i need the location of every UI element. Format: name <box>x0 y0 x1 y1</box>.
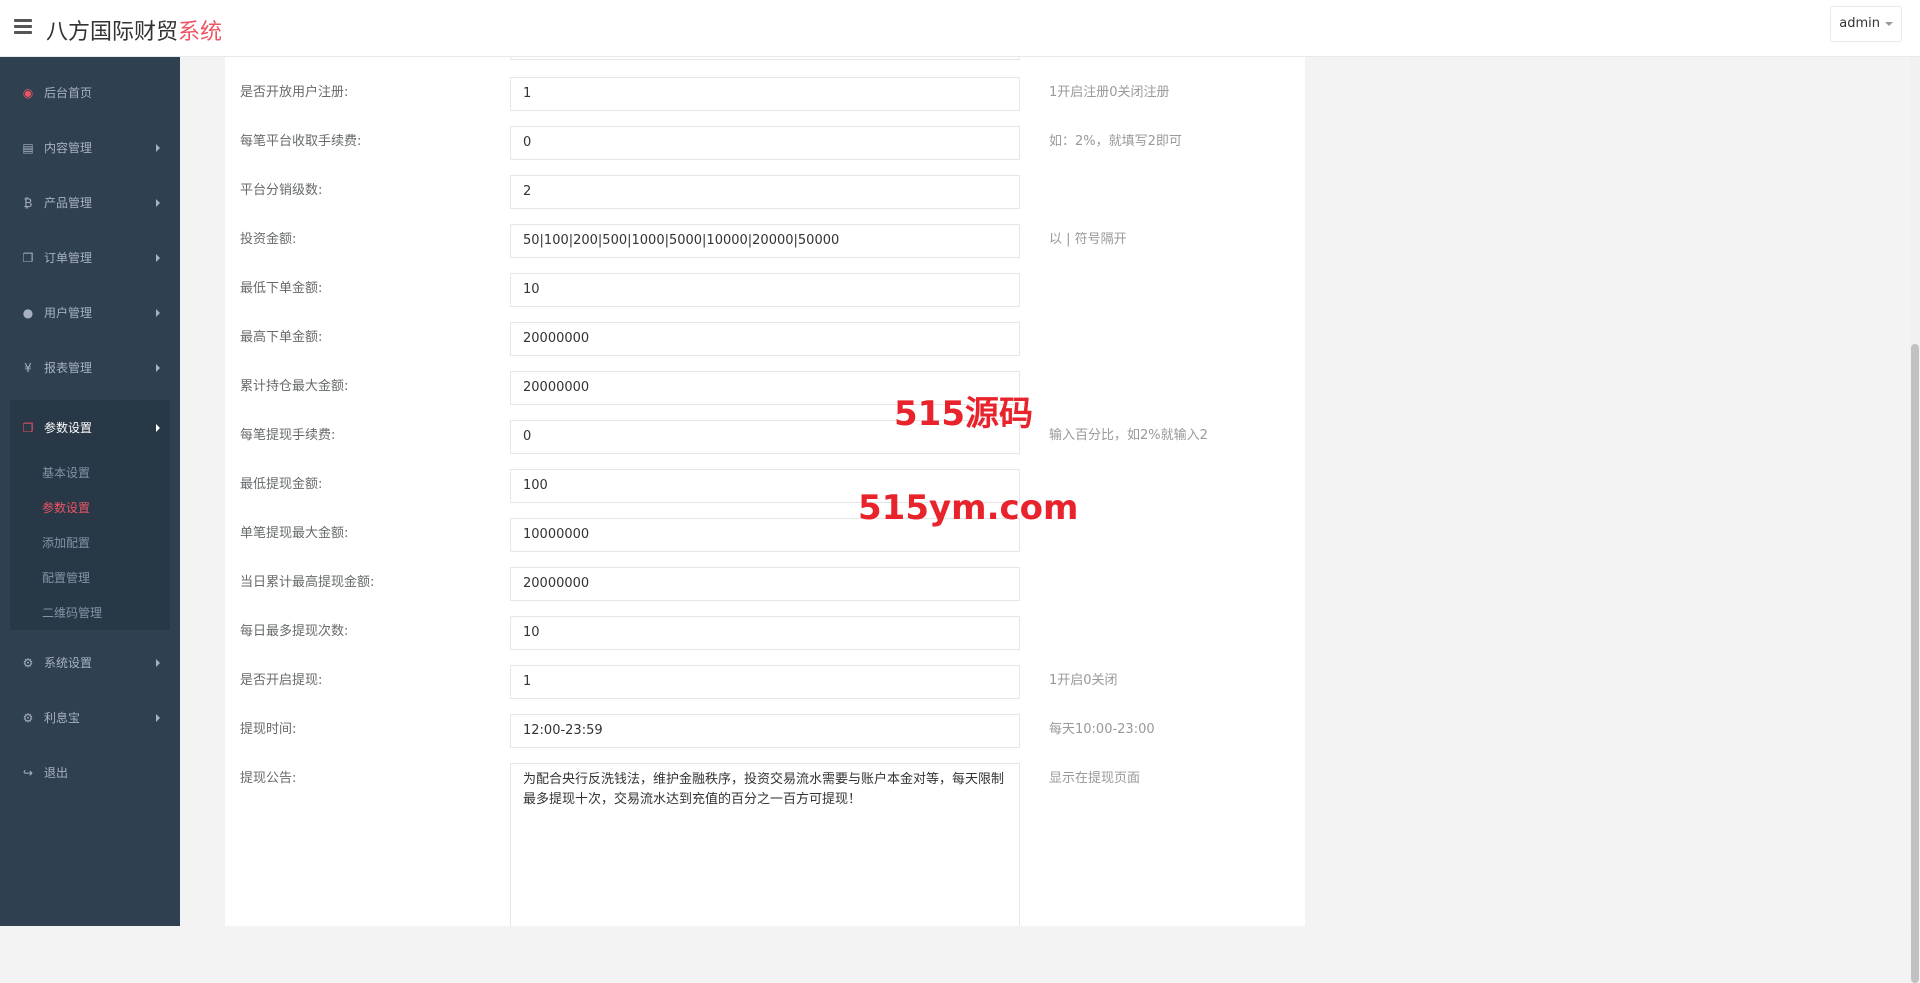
submenu-config-manage[interactable]: 配置管理 <box>10 560 170 595</box>
caret-right-icon <box>156 714 160 722</box>
field-hint: 显示在提现页面 <box>1049 761 1140 797</box>
field-label: 最低提现金额: <box>240 467 490 503</box>
yen-icon: ¥ <box>20 361 36 375</box>
sidebar-item-reports[interactable]: ¥ 报表管理 <box>0 340 180 395</box>
sidebar-item-dashboard[interactable]: ◉ 后台首页 <box>0 65 180 120</box>
daily-withdraw-count-input[interactable]: 10 <box>510 616 1020 650</box>
sidebar-item-params[interactable]: ❐ 参数设置 <box>10 400 170 455</box>
field-label: 单笔提现最大金额: <box>240 516 490 552</box>
form-row: 每笔提现手续费: 0 输入百分比，如2%就输入2 <box>225 418 1305 454</box>
bitcoin-icon: ₿ <box>20 196 36 210</box>
form-row: 提现时间: 12:00-23:59 每天10:00-23:00 <box>225 712 1305 748</box>
sidebar-item-interest[interactable]: ⚙ 利息宝 <box>0 690 180 745</box>
user-icon: ● <box>20 306 36 320</box>
settings-form-panel: 是否开放用户注册: 1 1开启注册0关闭注册 每笔平台收取手续费: 0 如：2%… <box>225 57 1305 926</box>
submenu-basic-settings[interactable]: 基本设置 <box>10 455 170 490</box>
field-label: 累计持仓最大金额: <box>240 369 490 405</box>
form-row: 每日最多提现次数: 10 <box>225 614 1305 650</box>
watermark-text: 515源码 <box>894 386 1033 435</box>
distribution-levels-input[interactable]: 2 <box>510 175 1020 209</box>
field-label: 平台分销级数: <box>240 173 490 209</box>
sidebar-item-logout[interactable]: ↪ 退出 <box>0 745 180 800</box>
menu-toggle-icon[interactable] <box>14 19 32 35</box>
app-title: 八方国际财贸系统 <box>46 14 222 46</box>
form-row: 是否开启提现: 1 1开启0关闭 <box>225 663 1305 699</box>
form-row: 提现公告: 为配合央行反洗钱法，维护金融秩序，投资交易流水需要与账户本金对等，每… <box>225 761 1305 926</box>
form-row: 是否开放用户注册: 1 1开启注册0关闭注册 <box>225 75 1305 111</box>
withdraw-time-input[interactable]: 12:00-23:59 <box>510 714 1020 748</box>
investment-amounts-input[interactable]: 50|100|200|500|1000|5000|10000|20000|500… <box>510 224 1020 258</box>
caret-down-icon <box>1885 22 1893 26</box>
sidebar-group-params: ❐ 参数设置 基本设置 参数设置 添加配置 配置管理 二维码管理 <box>10 400 170 630</box>
field-label: 投资金额: <box>240 222 490 258</box>
form-row: 最低下单金额: 10 <box>225 271 1305 307</box>
caret-right-icon <box>156 199 160 207</box>
submenu-qrcode-manage[interactable]: 二维码管理 <box>10 595 170 630</box>
field-hint: 输入百分比，如2%就输入2 <box>1049 418 1208 454</box>
dashboard-icon: ◉ <box>20 86 36 100</box>
copy-icon: ❐ <box>20 251 36 265</box>
book-icon: ▤ <box>20 141 36 155</box>
max-order-input[interactable]: 20000000 <box>510 322 1020 356</box>
files-icon: ❐ <box>20 421 36 435</box>
gears-icon: ⚙ <box>20 711 36 725</box>
withdraw-enabled-input[interactable]: 1 <box>510 665 1020 699</box>
gears-icon: ⚙ <box>20 656 36 670</box>
submenu-add-config[interactable]: 添加配置 <box>10 525 170 560</box>
withdraw-notice-textarea[interactable]: 为配合央行反洗钱法，维护金融秩序，投资交易流水需要与账户本金对等，每天限制最多提… <box>510 763 1020 926</box>
field-hint: 每天10:00-23:00 <box>1049 712 1155 748</box>
field-label: 是否开放用户注册: <box>240 75 490 111</box>
submenu-param-settings[interactable]: 参数设置 <box>10 490 170 525</box>
user-name: admin <box>1839 16 1880 31</box>
sign-out-icon: ↪ <box>20 766 36 780</box>
watermark-url: 515ym.com <box>858 488 1078 528</box>
min-order-input[interactable]: 10 <box>510 273 1020 307</box>
sidebar-item-users[interactable]: ● 用户管理 <box>0 285 180 340</box>
field-label: 最低下单金额: <box>240 271 490 307</box>
field-hint: 1开启注册0关闭注册 <box>1049 75 1170 111</box>
user-menu-button[interactable]: admin <box>1830 6 1902 42</box>
caret-right-icon <box>156 424 160 432</box>
platform-fee-input[interactable]: 0 <box>510 126 1020 160</box>
caret-right-icon <box>156 254 160 262</box>
field-label: 最高下单金额: <box>240 320 490 356</box>
form-row: 单笔提现最大金额: 10000000 <box>225 516 1305 552</box>
scrollbar-track[interactable] <box>1910 57 1920 926</box>
field-label: 当日累计最高提现金额: <box>240 565 490 601</box>
sidebar-item-system[interactable]: ⚙ 系统设置 <box>0 635 180 690</box>
caret-right-icon <box>156 659 160 667</box>
sidebar-item-content[interactable]: ▤ 内容管理 <box>0 120 180 175</box>
field-label: 是否开启提现: <box>240 663 490 699</box>
field-hint: 以 | 符号隔开 <box>1049 222 1127 258</box>
form-row: 平台分销级数: 2 <box>225 173 1305 209</box>
field-label: 提现公告: <box>240 761 490 797</box>
caret-right-icon <box>156 309 160 317</box>
field-hint: 如：2%，就填写2即可 <box>1049 124 1182 160</box>
caret-right-icon <box>156 364 160 372</box>
form-row: 累计持仓最大金额: 20000000 <box>225 369 1305 405</box>
form-row: 每笔平台收取手续费: 0 如：2%，就填写2即可 <box>225 124 1305 160</box>
form-row: 最高下单金额: 20000000 <box>225 320 1305 356</box>
field-label: 每日最多提现次数: <box>240 614 490 650</box>
field-label: 每笔提现手续费: <box>240 418 490 454</box>
sidebar-item-orders[interactable]: ❐ 订单管理 <box>0 230 180 285</box>
form-row: 当日累计最高提现金额: 20000000 <box>225 565 1305 601</box>
caret-right-icon <box>156 144 160 152</box>
daily-max-withdraw-input[interactable]: 20000000 <box>510 567 1020 601</box>
scrollbar-thumb[interactable] <box>1911 344 1919 983</box>
sidebar-item-products[interactable]: ₿ 产品管理 <box>0 175 180 230</box>
sidebar: ◉ 后台首页 ▤ 内容管理 ₿ 产品管理 ❐ 订单管理 ● 用户管理 ¥ 报表管… <box>0 57 180 926</box>
previous-field-edge[interactable] <box>510 57 1020 60</box>
field-label: 每笔平台收取手续费: <box>240 124 490 160</box>
register-open-input[interactable]: 1 <box>510 77 1020 111</box>
field-label: 提现时间: <box>240 712 490 748</box>
field-hint: 1开启0关闭 <box>1049 663 1118 699</box>
form-row: 最低提现金额: 100 <box>225 467 1305 503</box>
form-row: 投资金额: 50|100|200|500|1000|5000|10000|200… <box>225 222 1305 258</box>
top-navbar: 八方国际财贸系统 admin <box>0 0 1920 57</box>
